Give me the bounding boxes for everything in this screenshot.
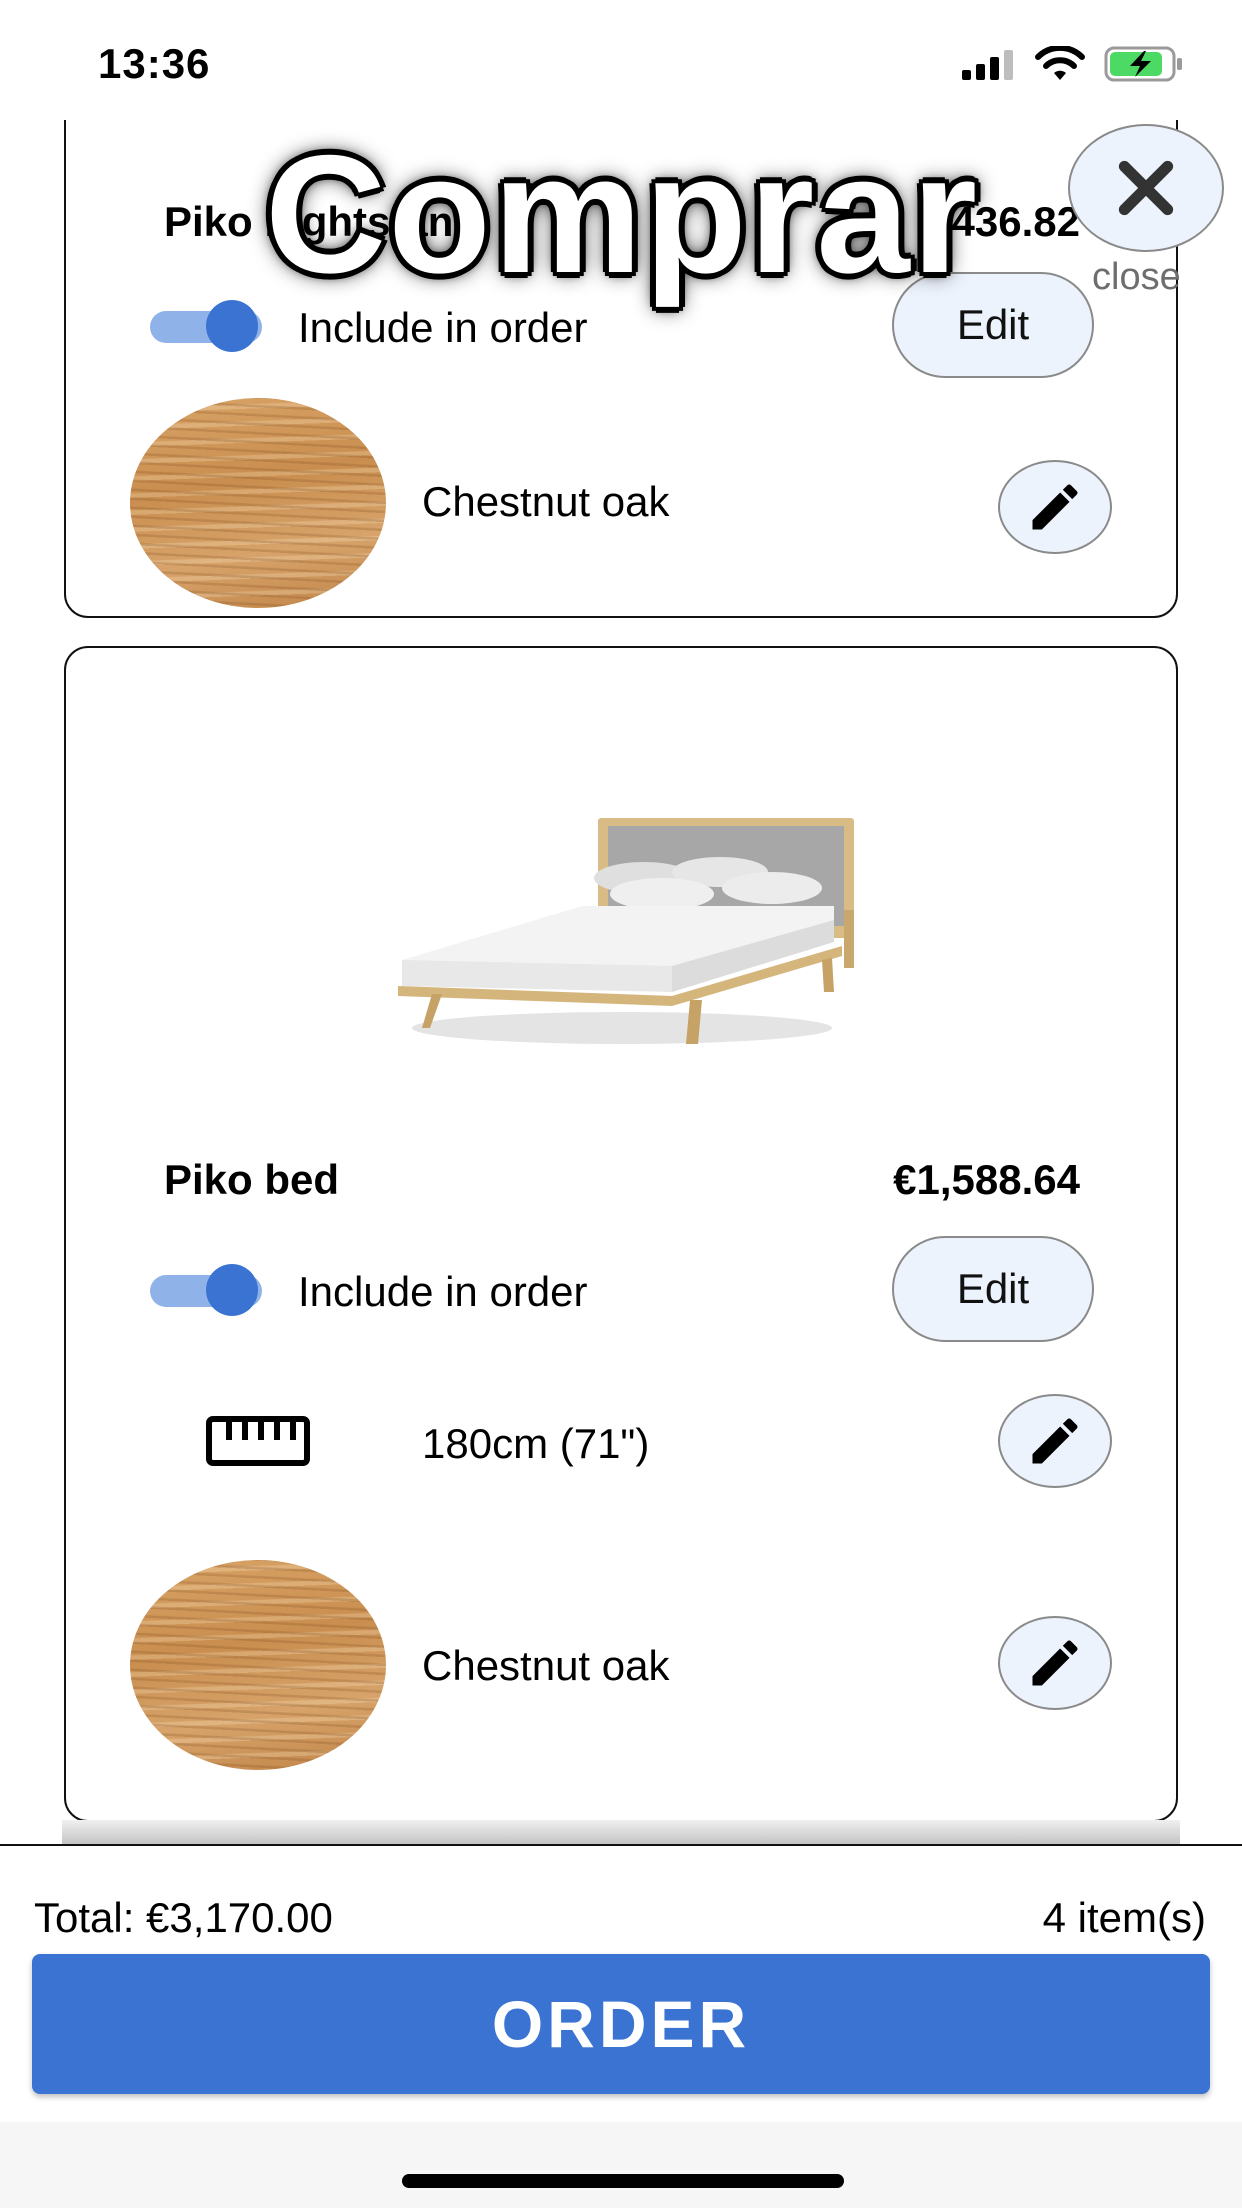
pencil-icon <box>1032 1418 1078 1464</box>
edit-material-button[interactable] <box>998 1616 1112 1710</box>
safe-area <box>0 2122 1242 2208</box>
order-button[interactable]: ORDER <box>32 1954 1210 2094</box>
overlay-title: Comprar <box>264 120 980 308</box>
order-total: Total: €3,170.00 <box>34 1894 333 1941</box>
pencil-icon <box>1032 484 1078 530</box>
close-label: close <box>1092 256 1181 298</box>
material-option-label: Chestnut oak <box>422 1642 670 1689</box>
bed-image <box>398 818 854 1044</box>
scroll-shadow <box>62 1820 1180 1844</box>
pencil-icon <box>1032 1640 1078 1686</box>
size-option-label: 180cm (71") <box>422 1420 650 1467</box>
status-bar: 13:36 <box>0 0 1242 120</box>
wood-swatch <box>130 398 386 608</box>
include-in-order-toggle[interactable] <box>150 1264 268 1316</box>
status-time: 13:36 <box>98 40 211 87</box>
toggle-knob <box>206 300 258 352</box>
cellular-signal-icon <box>962 50 1013 80</box>
toggle-knob <box>206 1264 258 1316</box>
ruler-icon <box>206 1416 310 1466</box>
cart-item-list[interactable]: Piko nightstand €436.82 Include in order… <box>0 120 1242 1844</box>
include-in-order-label: Include in order <box>298 304 588 351</box>
include-in-order-toggle[interactable] <box>150 300 268 352</box>
wood-swatch <box>130 1560 386 1770</box>
edit-material-button[interactable] <box>998 460 1112 554</box>
item-count: 4 item(s) <box>1042 1894 1206 1941</box>
product-name: Piko bed <box>164 1156 340 1203</box>
include-in-order-label: Include in order <box>298 1268 588 1315</box>
edit-item-button[interactable]: Edit <box>892 1236 1094 1342</box>
home-indicator[interactable] <box>402 2174 844 2188</box>
edit-size-button[interactable] <box>998 1394 1112 1488</box>
wifi-icon <box>1035 46 1085 80</box>
order-footer: Total: €3,170.00 4 item(s) ORDER <box>0 1844 1242 2208</box>
product-price: €1,588.64 <box>893 1156 1080 1203</box>
cart-item-card: Piko bed €1,588.64 Include in order Edit… <box>64 646 1178 1822</box>
material-option-label: Chestnut oak <box>422 478 670 525</box>
close-button[interactable] <box>1068 124 1224 252</box>
close-icon <box>1118 160 1174 216</box>
battery-charging-icon <box>1104 46 1182 82</box>
